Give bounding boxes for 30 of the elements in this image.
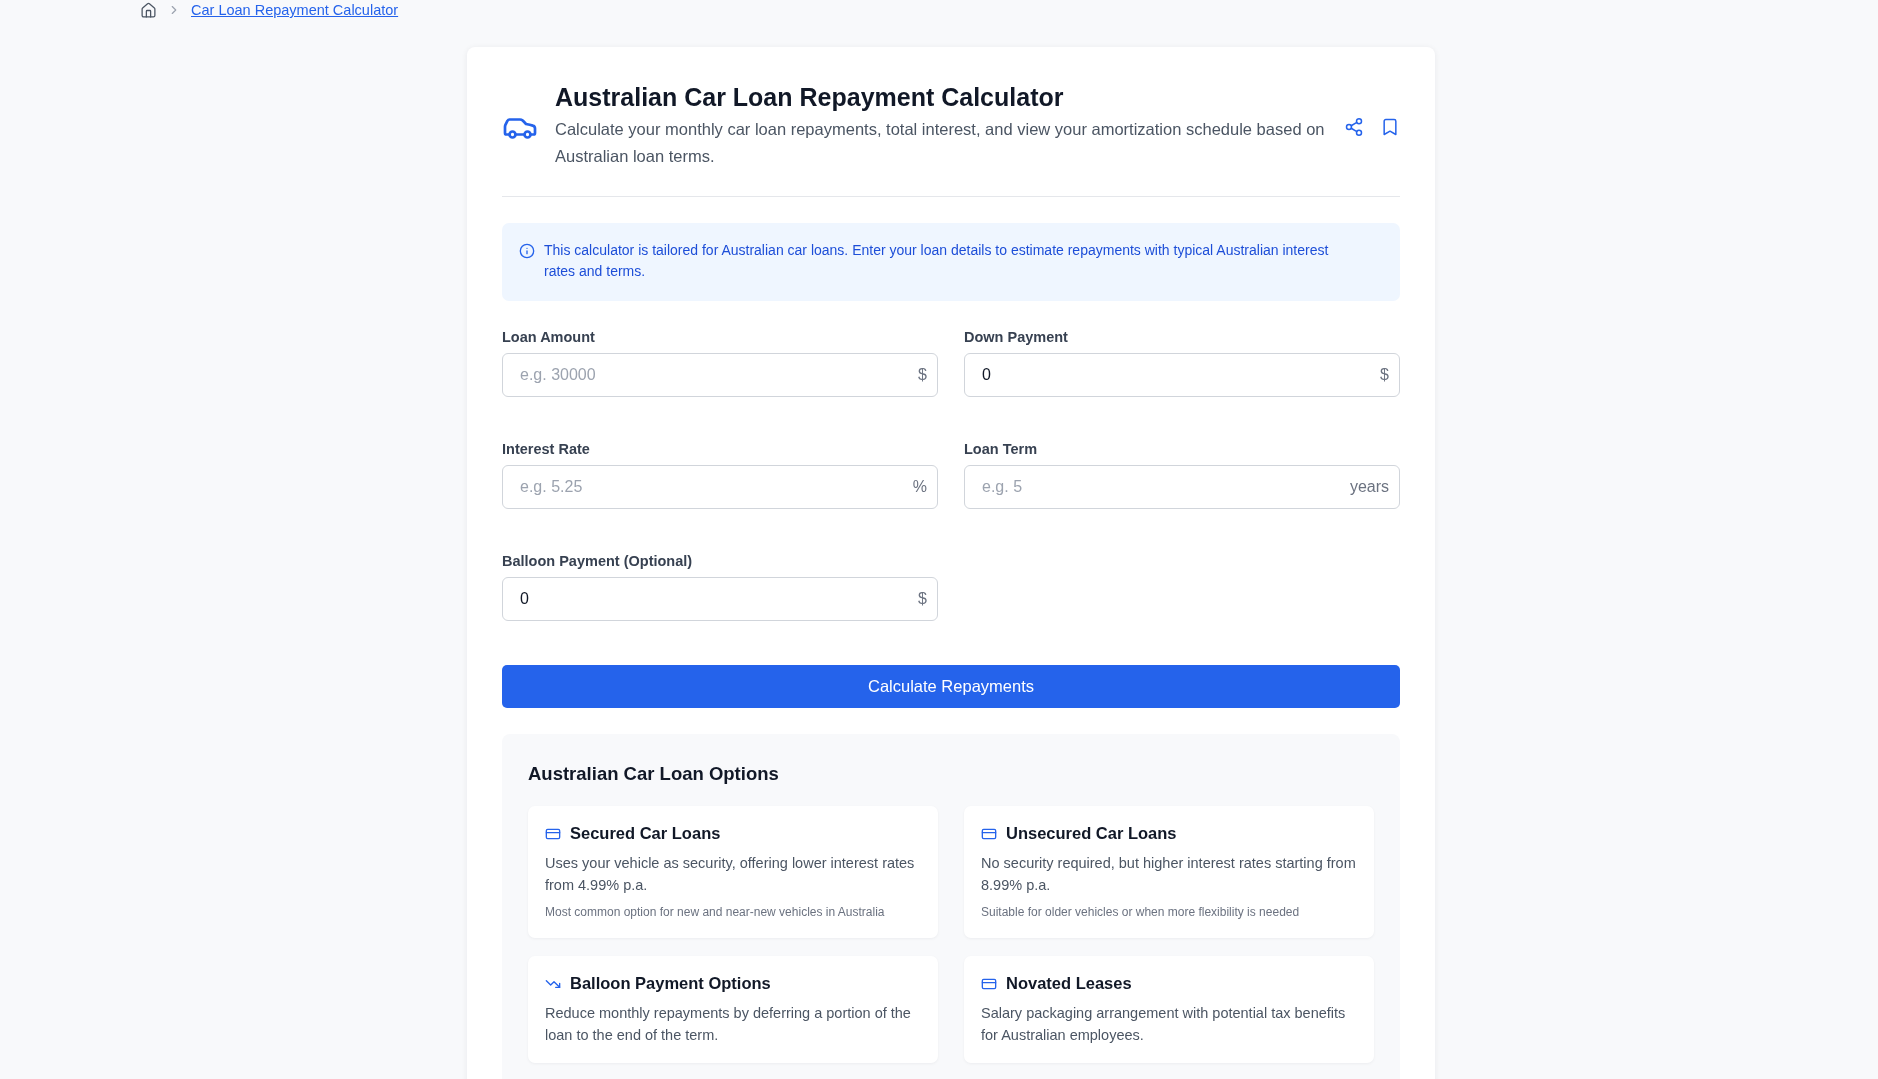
option-description: No security required, but higher interest rates starting from 8.99% p.a. xyxy=(981,854,1357,895)
info-icon xyxy=(519,243,535,259)
option-description: Uses your vehicle as security, offering lower interest rates from 4.99% p.a. xyxy=(545,854,916,895)
option-title: Unsecured Car Loans xyxy=(1006,824,1177,843)
field-label: Down Payment xyxy=(964,329,1069,345)
calculate-button[interactable]: Calculate Repayments xyxy=(502,665,1400,708)
field-label: Loan Amount xyxy=(502,329,596,345)
field-label: Balloon Payment (Optional) xyxy=(502,553,694,569)
section-title: Australian Car Loan Options xyxy=(528,763,780,785)
unit-label: $ xyxy=(918,366,927,384)
field-label: Interest Rate xyxy=(502,441,591,457)
option-description: Salary packaging arrangement with potential tax benefits for Australian employees. xyxy=(981,1004,1347,1045)
option-note: Suitable for older vehicles or when more flexibility is needed xyxy=(981,904,1301,921)
option-title: Novated Leases xyxy=(1006,974,1132,993)
unit-label: years xyxy=(1349,478,1389,496)
field-label: Loan Term xyxy=(964,441,1039,457)
home-icon[interactable] xyxy=(140,1,157,19)
option-title: Balloon Payment Options xyxy=(570,974,771,993)
share-button[interactable] xyxy=(1344,116,1364,137)
notice-text: This calculator is tailored for Australian car loans. Enter your loan details to estimate repayments with typical Australian interest rates and terms. xyxy=(544,241,1330,281)
unit-label: $ xyxy=(918,590,927,608)
option-title: Secured Car Loans xyxy=(570,824,721,843)
unit-label: % xyxy=(912,478,927,496)
option-description: Reduce monthly repayments by deferring a portion of the loan to the end of the term. xyxy=(545,1004,912,1045)
bookmark-button[interactable] xyxy=(1380,116,1400,137)
unit-label: $ xyxy=(1380,366,1389,384)
option-note: Most common option for new and near-new vehicles in Australia xyxy=(545,904,886,921)
page-title: Australian Car Loan Repayment Calculator xyxy=(555,83,1065,112)
page-description: Calculate your monthly car loan repayments, total interest, and view your amortization schedule based on Australian loan terms. xyxy=(555,119,1326,167)
breadcrumb-link[interactable]: Car Loan Repayment Calculator xyxy=(191,2,399,18)
